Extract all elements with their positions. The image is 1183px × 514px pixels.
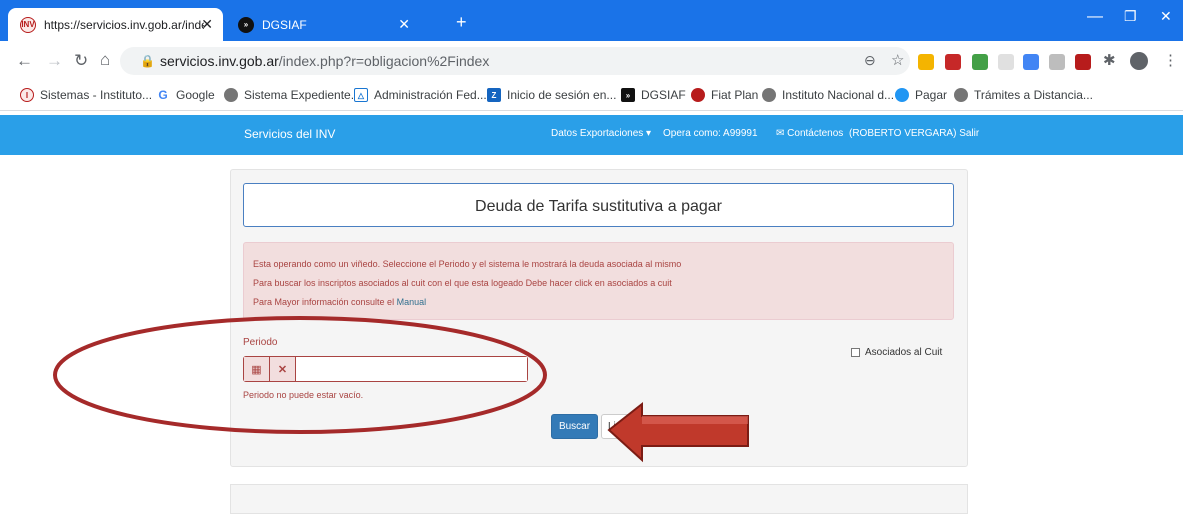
highlight-ellipse [53,316,547,434]
arrow-icon [607,401,749,463]
annotation-overlay [53,316,749,463]
